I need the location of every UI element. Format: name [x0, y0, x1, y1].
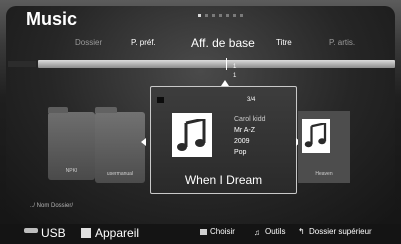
music-note-icon: [177, 119, 206, 151]
folder-item-usermanual[interactable]: usermanual: [95, 107, 145, 183]
track-metadata: Carol kidd Mr A-Z 2009 Pop: [234, 114, 266, 158]
choose-button[interactable]: Choisir: [210, 227, 235, 236]
return-button[interactable]: Dossier supérieur: [309, 227, 372, 236]
timeline-marker-label: 1: [233, 73, 237, 79]
track-artist: Carol kidd: [234, 116, 266, 123]
scroll-left-icon[interactable]: [141, 138, 146, 146]
page-title: Music: [26, 9, 78, 29]
focused-track-card[interactable]: 3/4 Carol kidd Mr A-Z 2009 Pop When I Dr…: [150, 86, 297, 194]
page-dot: [212, 14, 215, 17]
timeline-left-stub: [8, 61, 36, 67]
timeline-marker: [226, 58, 227, 70]
album-art: [172, 113, 212, 157]
device-icon: [81, 228, 91, 238]
music-item-heaven[interactable]: Heaven: [298, 111, 350, 183]
return-icon: ↰: [298, 227, 305, 236]
device-button[interactable]: Appareil: [95, 226, 139, 240]
track-sort: Mr A-Z: [234, 127, 255, 134]
timeline-marker-label: 1: [233, 64, 237, 70]
tab-dossier[interactable]: Dossier: [75, 38, 102, 47]
folder-item-npki[interactable]: NPKI: [48, 107, 95, 180]
usb-label[interactable]: USB: [41, 226, 66, 240]
page-dot: [205, 14, 208, 17]
track-genre: Pop: [234, 149, 247, 156]
album-art: [302, 119, 330, 153]
tab-title[interactable]: Titre: [276, 38, 292, 47]
view-tabs: Dossier P. préf. Aff. de base Titre P. a…: [0, 36, 401, 56]
folder-path: ../ Nom Dossier/: [30, 203, 74, 209]
select-indicator: [157, 97, 164, 103]
music-note-icon: [304, 123, 327, 148]
folder-label: usermanual: [106, 171, 134, 177]
folder-icon: [95, 107, 117, 113]
folder-icon: [48, 107, 68, 113]
folder-label: NPKI: [65, 168, 78, 174]
tools-icon: ♫: [254, 228, 260, 237]
tab-preferred[interactable]: P. préf.: [131, 38, 156, 47]
tools-button[interactable]: Outils: [265, 227, 285, 236]
tab-basic-view[interactable]: Aff. de base: [191, 36, 255, 50]
usb-icon: [24, 228, 38, 233]
track-title: When I Dream: [184, 173, 263, 187]
track-year: 2009: [234, 138, 250, 145]
timeline-bar[interactable]: [38, 60, 395, 68]
page-dot: [226, 14, 229, 17]
page-dot-active: [198, 14, 201, 17]
page-indicator: [198, 14, 243, 17]
page-dot: [219, 14, 222, 17]
choose-icon: [200, 229, 207, 235]
music-label: Heaven: [315, 171, 333, 177]
tab-artist[interactable]: P. artis.: [329, 38, 355, 47]
page-dot: [240, 14, 243, 17]
track-counter: 3/4: [247, 97, 256, 103]
page-dot: [233, 14, 236, 17]
